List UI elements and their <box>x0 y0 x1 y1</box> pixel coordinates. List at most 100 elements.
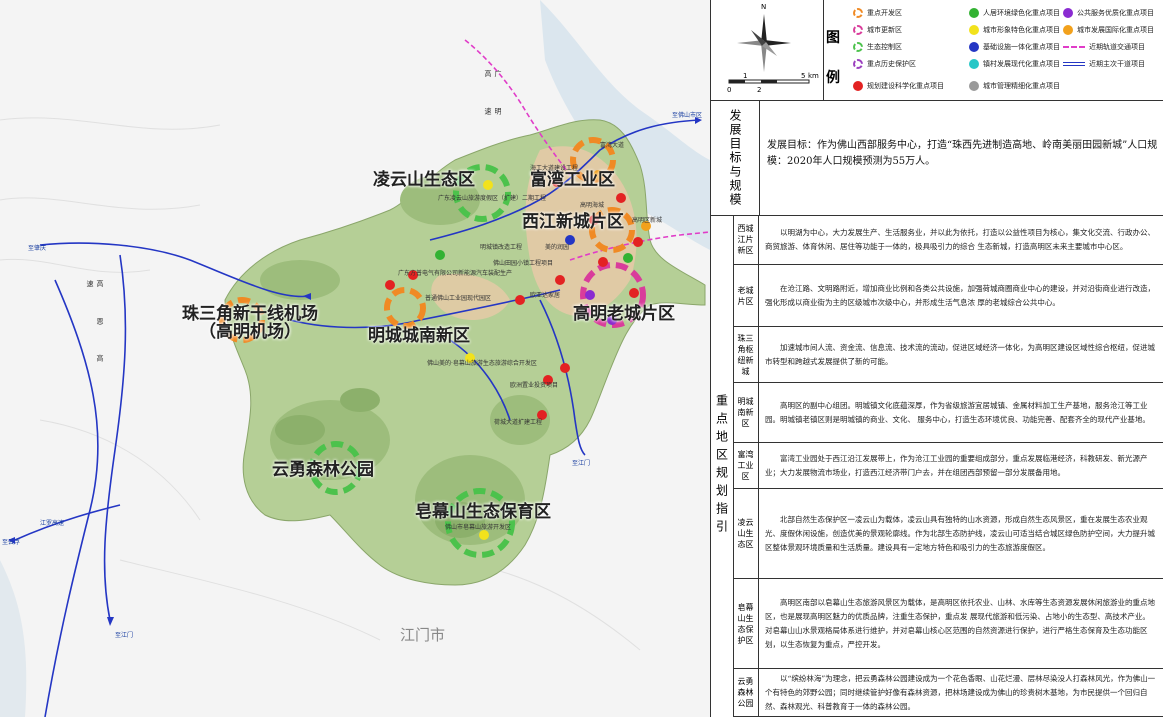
project-dot <box>629 288 639 298</box>
compass-box: N 0 1 2 5 km <box>711 0 824 100</box>
guidance-row: 西城江片新区 以明湖为中心，大力发展生产、生活服务业，并以此为依托，打造以公益性项… <box>733 215 1163 265</box>
dashed-circle-icon <box>853 8 863 18</box>
project-label: 广东凌云山旅游度假区（扩建）二期工程 <box>438 195 547 202</box>
legend-label: 近期主次干道项目 <box>1089 60 1145 68</box>
legend-item: 公共服务优质化重点项目 <box>1063 8 1154 18</box>
legend-item: 近期轨道交通项目 <box>1063 42 1145 52</box>
guidance-row-name: 西城江片新区 <box>733 215 759 264</box>
zone-label-fuwan: 富湾工业区 <box>530 170 615 190</box>
scale-label: 1 <box>743 72 748 80</box>
legend-label: 镇村发展现代化重点项目 <box>983 60 1060 68</box>
dashed-circle-icon <box>853 42 863 52</box>
project-label: 佛山田园小镇工程项目 <box>493 260 554 267</box>
project-label: 佛山美的·皂幕山旅游生态旅游综合开发区 <box>427 360 537 367</box>
legend-item: 生态控制区 <box>853 42 902 52</box>
legend-label: 重点历史保护区 <box>867 60 916 68</box>
road-label: 至云浮 <box>2 539 21 546</box>
dot-icon <box>969 8 979 18</box>
legend-label: 城市发展国际化重点项目 <box>1077 26 1154 34</box>
guidance-row-text: 北部自然生态保护区一凌云山为载体，凌云山具有独特的山水资源，形成自然生态风景区，… <box>765 514 1155 552</box>
dashed-circle-icon <box>853 59 863 69</box>
legend-title: 图 例 <box>825 18 841 98</box>
guidance-row-text: 富湾工业园处于西江沿江发展带上，作为沧江工业园的重要组成部分，重点发展临港经济，… <box>765 453 1148 477</box>
project-dot <box>515 295 525 305</box>
project-dot <box>435 250 445 260</box>
dot-icon <box>969 25 979 35</box>
guidance-row-text: 在沧江路、文明路附近，增加商业比例和各类公共设施，加强荷城商圈商业中心的建设，并… <box>765 283 1155 307</box>
legend-title-char: 图 <box>826 30 840 46</box>
city-label: 江门市 <box>400 626 446 644</box>
double-line-icon <box>1063 62 1085 66</box>
legend-label: 城市形象特色化重点项目 <box>983 26 1060 34</box>
zone-label-zaomu: 皂幕山生态保育区 <box>415 502 551 522</box>
zone-label-xijiang: 西江新城片区 <box>522 212 624 232</box>
legend-label: 规划建设科学化重点项目 <box>867 82 944 90</box>
legend-item: 城市发展国际化重点项目 <box>1063 25 1154 35</box>
guidance-row-name: 老城片区 <box>733 265 759 326</box>
project-dot <box>483 180 493 190</box>
dot-icon <box>969 59 979 69</box>
legend-label: 近期轨道交通项目 <box>1089 43 1145 51</box>
project-dot <box>623 253 633 263</box>
project-label: 高明区新城 <box>632 217 663 224</box>
dash-line-icon <box>1063 46 1085 48</box>
guidance-row: 皂幕山生态保护区 高明区南部以皂幕山生态旅游风景区为载体，是高明区依托农业、山林、… <box>733 579 1163 669</box>
project-label: 广东方普电气有限公司新能源汽车装配生产 <box>398 270 513 277</box>
legend-label: 城市更新区 <box>867 26 902 34</box>
planning-map[interactable]: 凌云山生态区 富湾工业区 西江新城片区 珠三角新干线机场 （高明机场） 明城城南… <box>0 0 711 718</box>
scale-label: 0 <box>727 86 732 94</box>
road-label: 江罗高速 <box>40 520 65 527</box>
project-dot <box>633 237 643 247</box>
guidance-row-name: 皂幕山生态保护区 <box>733 579 759 668</box>
legend-label: 人居环境绿色化重点项目 <box>983 9 1060 17</box>
zone-label-oldtown: 高明老城片区 <box>573 304 675 324</box>
road-label: 至江门 <box>572 460 591 467</box>
project-dot <box>479 530 489 540</box>
project-label: 欧亚达家居 <box>530 292 561 299</box>
dot-icon <box>1063 8 1073 18</box>
project-dot <box>616 193 626 203</box>
scale-unit: km <box>808 72 819 80</box>
zone-label-mingcheng: 明城城南新区 <box>368 326 470 346</box>
road-label: 至江门 <box>115 632 134 639</box>
zone-label-airport: 珠三角新干线机场 （高明机场） <box>182 304 318 342</box>
north-label: N <box>761 3 767 11</box>
highway-label: 广 明 高 速 <box>484 70 502 129</box>
guidance-row-text: 高明区的副中心组团。明城镇文化底蕴深厚，作为省级旅游宜居城镇、金属材料加工生产基… <box>765 400 1150 424</box>
guidance-row: 老城片区 在沧江路、文明路附近，增加商业比例和各类公共设施，加强荷城商圈商业中心的… <box>733 265 1163 327</box>
project-label: 海工大道建设工程 <box>530 165 579 172</box>
zone-label-lingyun: 凌云山生态区 <box>373 170 475 190</box>
guidance-row-name: 富湾工业区 <box>733 443 759 488</box>
legend-item: 人居环境绿色化重点项目 <box>969 8 1060 18</box>
legend-item: 镇村发展现代化重点项目 <box>969 59 1060 69</box>
legend-item: 基础设施一体化重点项目 <box>969 42 1060 52</box>
legend-label: 重点开发区 <box>867 9 902 17</box>
legend: N 0 1 2 5 km 图 例 重点开发区城市更新区生态控制区重点历史保护区规… <box>711 0 1163 101</box>
scale-label: 2 <box>757 86 762 94</box>
guidance-row-name: 云勇森林公园 <box>733 669 759 716</box>
goal-text: 发展目标：作为佛山西部服务中心，打造“珠西先进制造高地、岭南美丽田园新城”人口规… <box>767 140 1158 167</box>
project-dot <box>560 363 570 373</box>
road-label: 至佛山市区 <box>672 112 703 119</box>
guidance-row: 明城南新区 高明区的副中心组团。明城镇文化底蕴深厚，作为省级旅游宜居城镇、金属材料… <box>733 383 1163 443</box>
guidance-row-name: 珠三角枢纽新城 <box>733 327 759 382</box>
guidance-row: 云勇森林公园 以“缤纷林海”为理念，把云勇森林公园建设成为一个花色香眼、山花烂漫、… <box>733 669 1163 717</box>
legend-label: 公共服务优质化重点项目 <box>1077 9 1154 17</box>
goal-heading: 发展目标与规模 <box>711 100 760 215</box>
guidance-row: 富湾工业区 富湾工业园处于西江沿江发展带上，作为沧江工业园的重要组成部分，重点发展… <box>733 443 1163 489</box>
project-dot <box>598 257 608 267</box>
project-dot <box>385 280 395 290</box>
legend-title-char: 例 <box>826 70 840 86</box>
guidance-row-text: 以“缤纷林海”为理念，把云勇森林公园建设成为一个花色香眼、山花烂漫、层林尽染没人… <box>765 673 1156 711</box>
legend-item: 重点历史保护区 <box>853 59 916 69</box>
info-panel: N 0 1 2 5 km 图 例 重点开发区城市更新区生态控制区重点历史保护区规… <box>710 0 1163 717</box>
guidance-row-name: 明城南新区 <box>733 383 759 442</box>
dot-icon <box>969 81 979 91</box>
guidance-row: 珠三角枢纽新城 加速城市间人流、资金流、信息流、技术流的流动，促进区域经济一体化，… <box>733 327 1163 383</box>
legend-label: 城市管理精细化重点项目 <box>983 82 1060 90</box>
guidance-row-text: 高明区南部以皂幕山生态旅游风景区为载体，是高明区依托农业、山林、水库等生态资源发… <box>765 597 1155 649</box>
project-label: 明城镇改造工程 <box>480 244 523 251</box>
dot-icon <box>853 81 863 91</box>
development-goal-section: 发展目标与规模 发展目标：作为佛山西部服务中心，打造“珠西先进制造高地、岭南美丽… <box>711 100 1163 216</box>
project-label: 普通佛山工业园现代园区 <box>425 295 492 302</box>
